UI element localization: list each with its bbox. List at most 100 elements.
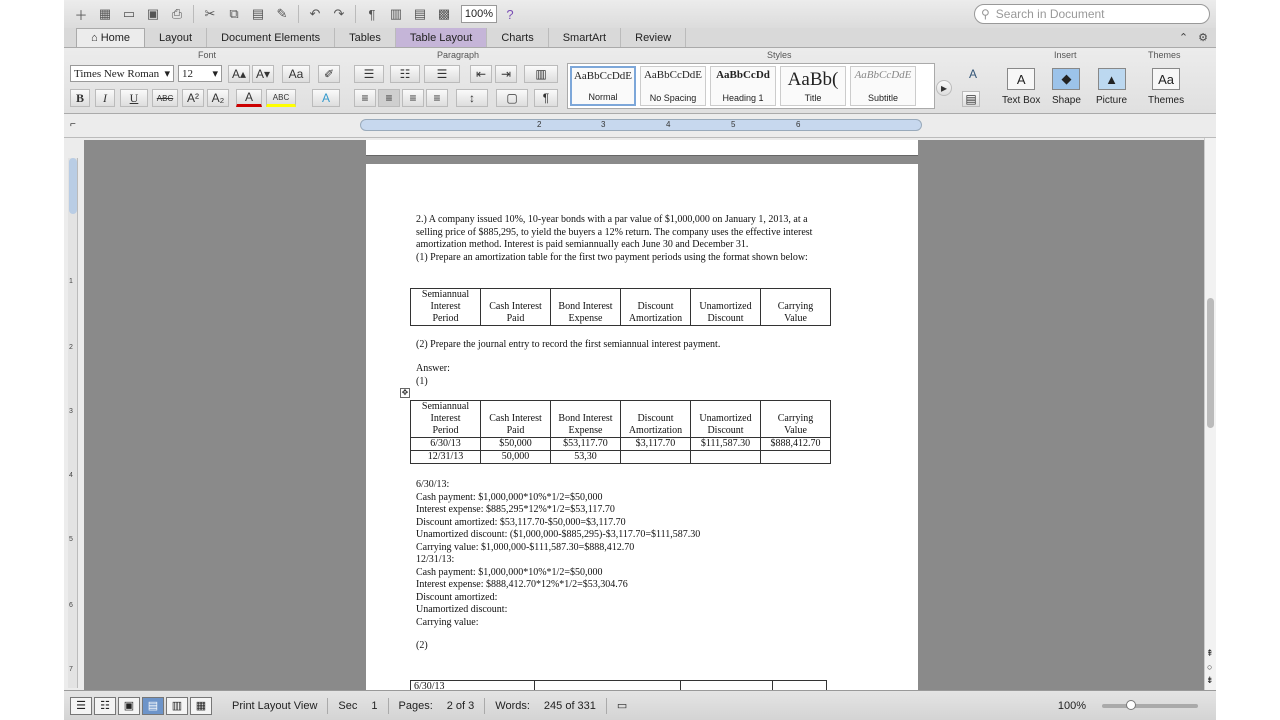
- zoom-slider[interactable]: [1102, 699, 1198, 710]
- tab-home[interactable]: ⌂ Home: [76, 28, 146, 47]
- media-browser-icon[interactable]: ▩: [433, 4, 455, 24]
- columns-button[interactable]: ▥: [524, 65, 558, 83]
- document-page[interactable]: 2.) A company issued 10%, 10-year bonds …: [366, 164, 918, 704]
- horizontal-ruler[interactable]: 2 3 4 5 6: [360, 119, 922, 131]
- header-bond-interest: Bond Interest Expense: [550, 288, 621, 326]
- header-cash-interest: Cash Interest Paid: [480, 400, 551, 438]
- table-move-handle-icon[interactable]: ✥: [400, 388, 410, 398]
- format-painter-icon[interactable]: ✎: [271, 4, 293, 24]
- insert-text-box[interactable]: A Text Box: [1002, 68, 1040, 106]
- font-color-button[interactable]: A: [236, 89, 262, 107]
- styles-next-button[interactable]: ▸: [936, 80, 952, 96]
- templates-icon[interactable]: ▦: [94, 4, 116, 24]
- strikethrough-button[interactable]: ABC: [152, 89, 178, 107]
- sidebar-icon[interactable]: ▤: [409, 4, 431, 24]
- styles-pane-button[interactable]: ▤: [962, 91, 980, 107]
- help-icon[interactable]: ?: [499, 4, 521, 24]
- manage-styles-button[interactable]: A: [960, 65, 986, 83]
- decrease-indent-button[interactable]: ⇤: [470, 65, 492, 83]
- browse-object-icon[interactable]: ○: [1207, 662, 1212, 672]
- ribbon-settings-icon[interactable]: ⚙: [1198, 31, 1208, 44]
- font-size-select[interactable]: 12 ▾: [178, 65, 222, 82]
- subscript-button[interactable]: A₂: [207, 89, 229, 107]
- tab-tables[interactable]: Tables: [335, 28, 396, 47]
- grow-font-button[interactable]: A▴: [228, 65, 250, 83]
- borders-button[interactable]: ▢: [496, 89, 528, 107]
- show-formatting-button[interactable]: ¶: [534, 89, 558, 107]
- format-table: Semiannual Interest Period Cash Interest Pa…: [410, 288, 831, 326]
- show-formatting-icon[interactable]: ¶: [361, 4, 383, 24]
- italic-button[interactable]: I: [95, 89, 115, 107]
- print-icon[interactable]: ⎙: [166, 4, 188, 24]
- numbering-button[interactable]: ☷: [390, 65, 420, 83]
- style-subtitle[interactable]: AaBbCcDdE Subtitle: [850, 66, 916, 106]
- bold-button[interactable]: B: [70, 89, 90, 107]
- align-right-button[interactable]: ≡: [402, 89, 424, 107]
- highlight-button[interactable]: ABC: [266, 89, 296, 107]
- tab-table-layout[interactable]: Table Layout: [395, 28, 488, 47]
- answer-label: Answer:: [416, 363, 450, 374]
- zoom-percent: 100%: [1057, 699, 1086, 712]
- ruler-bar: ⌐ 2 3 4 5 6: [64, 114, 1216, 138]
- search-input[interactable]: ⚲ Search in Document: [974, 4, 1210, 24]
- previous-page-icon[interactable]: ⇞: [1206, 648, 1214, 659]
- word-window: ＋ ▦ ▭ ▣ ⎙ ✂ ⧉ ▤ ✎ ↶ ↷ ¶ ▥ ▤ ▩ 100% ? ⚲ S…: [64, 0, 1216, 720]
- tab-document-elements[interactable]: Document Elements: [207, 28, 336, 47]
- align-left-button[interactable]: ≡: [354, 89, 376, 107]
- next-page-icon[interactable]: ⇟: [1206, 675, 1214, 686]
- underline-button[interactable]: U: [120, 89, 148, 107]
- vertical-scrollbar[interactable]: ⇞ ○ ⇟: [1204, 138, 1216, 690]
- line-spacing-button[interactable]: ↕: [456, 89, 488, 107]
- notebook-view-icon[interactable]: ▥: [166, 696, 188, 715]
- change-case-button[interactable]: Aa: [282, 65, 310, 83]
- draft-view-icon[interactable]: ☰: [70, 696, 92, 715]
- view-icon[interactable]: ▥: [385, 4, 407, 24]
- print-layout-view-icon[interactable]: ▤: [142, 696, 164, 715]
- style-title[interactable]: AaBb(Title: [780, 66, 846, 106]
- zoom-slider-knob[interactable]: [1126, 699, 1136, 710]
- themes-button[interactable]: Aa Themes: [1148, 68, 1184, 106]
- tab-stop-icon[interactable]: ⌐: [70, 119, 76, 130]
- multilevel-list-button[interactable]: ☰: [424, 65, 460, 83]
- full-screen-view-icon[interactable]: ▦: [190, 696, 212, 715]
- tab-charts[interactable]: Charts: [487, 28, 549, 47]
- justify-button[interactable]: ≡: [426, 89, 448, 107]
- spelling-status-icon[interactable]: ▭: [617, 699, 627, 712]
- open-icon[interactable]: ▭: [118, 4, 140, 24]
- font-name-select[interactable]: Times New Roman ▾: [70, 65, 174, 82]
- amortization-table[interactable]: Semiannual Interest Period Cash Interest Pa…: [410, 400, 831, 464]
- tab-smartart[interactable]: SmartArt: [549, 28, 622, 47]
- increase-indent-button[interactable]: ⇥: [495, 65, 517, 83]
- redo-icon[interactable]: ↷: [328, 4, 350, 24]
- styles-gallery: AaBbCcDdE Normal AaBbCcDdE No Spacing AaBb…: [567, 63, 935, 109]
- part2-label: (2): [416, 640, 428, 651]
- words-label: Words:: [495, 699, 530, 712]
- vertical-ruler[interactable]: 1 2 3 4 5 6 7: [68, 158, 78, 688]
- font-group-title: Font: [198, 50, 217, 60]
- align-center-button[interactable]: ≡: [378, 89, 400, 107]
- new-document-icon[interactable]: ＋: [70, 4, 92, 24]
- clear-formatting-button[interactable]: ✐: [318, 65, 340, 83]
- collapse-ribbon-icon[interactable]: ⌃: [1179, 31, 1188, 44]
- undo-icon[interactable]: ↶: [304, 4, 326, 24]
- insert-picture[interactable]: ▲ Picture: [1096, 68, 1127, 106]
- cut-icon[interactable]: ✂: [199, 4, 221, 24]
- copy-icon[interactable]: ⧉: [223, 4, 245, 24]
- publishing-view-icon[interactable]: ▣: [118, 696, 140, 715]
- outline-view-icon[interactable]: ☷: [94, 696, 116, 715]
- paste-icon[interactable]: ▤: [247, 4, 269, 24]
- shrink-font-button[interactable]: A▾: [252, 65, 274, 83]
- superscript-button[interactable]: A²: [182, 89, 204, 107]
- insert-shape[interactable]: ◆ Shape: [1052, 68, 1081, 106]
- scroll-thumb[interactable]: [1207, 298, 1214, 428]
- style-no-spacing[interactable]: AaBbCcDdE No Spacing: [640, 66, 706, 106]
- tab-layout[interactable]: Layout: [145, 28, 208, 47]
- save-icon[interactable]: ▣: [142, 4, 164, 24]
- paragraph-group-title: Paragraph: [437, 50, 480, 60]
- style-heading-1[interactable]: AaBbCcDd Heading 1: [710, 66, 776, 106]
- bullets-button[interactable]: ☰: [354, 65, 384, 83]
- zoom-field[interactable]: 100%: [461, 5, 497, 23]
- text-effects-button[interactable]: A: [312, 89, 340, 107]
- style-normal[interactable]: AaBbCcDdE Normal: [570, 66, 636, 106]
- tab-review[interactable]: Review: [621, 28, 687, 47]
